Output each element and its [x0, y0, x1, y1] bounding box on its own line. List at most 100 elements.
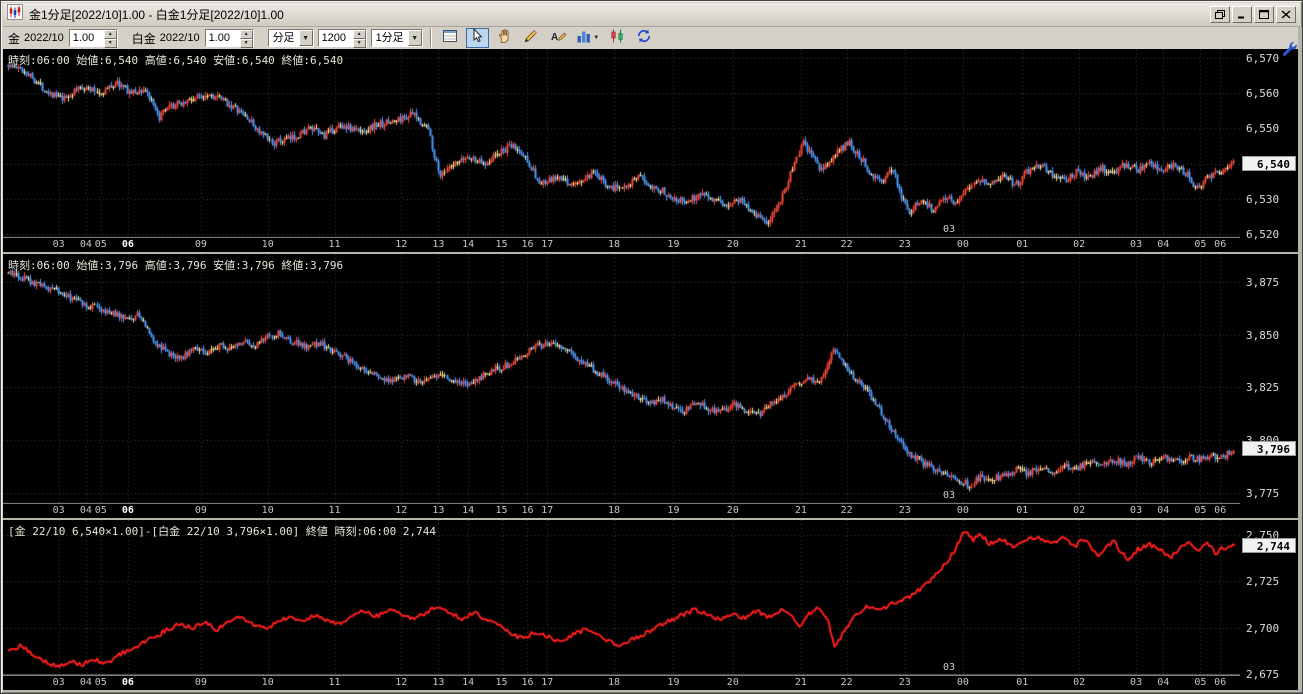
bar-count-value[interactable]: 1200 [318, 30, 353, 46]
titlebar[interactable]: 金1分足[2022/10]1.00 - 白金1分足[2022/10]1.00 [3, 3, 1300, 27]
x-tick-label: 15 [495, 505, 508, 516]
x-tick-label: 13 [432, 677, 445, 688]
chart-frame-button[interactable] [438, 28, 462, 48]
refresh-button[interactable] [632, 28, 656, 49]
x-tick-label: 16 [521, 239, 534, 250]
x-tick-label: 06 [1214, 505, 1227, 516]
x-tick-label: 22 [840, 505, 853, 516]
x-tick-label: 11 [328, 239, 341, 250]
cursor-tool-button[interactable] [465, 27, 489, 49]
text-annotation-button[interactable]: A [546, 28, 570, 48]
gold-multiplier-spinner[interactable]: 1.00 ▲ ▼ [68, 29, 118, 48]
gold-multiplier-value[interactable]: 1.00 [69, 30, 104, 46]
platinum-multiplier-spinner[interactable]: 1.00 ▲ ▼ [204, 29, 254, 48]
x-tick-label: 12 [395, 239, 408, 250]
x-tick-label: 02 [1073, 677, 1086, 688]
right-scrollbar[interactable] [1298, 27, 1302, 692]
platinum-plot-canvas[interactable] [3, 254, 1240, 504]
x-tick-label: 03 [1130, 239, 1143, 250]
x-tick-label: 05 [94, 677, 107, 688]
x-tick-label: 18 [608, 677, 621, 688]
spin-up-icon[interactable]: ▲ [239, 30, 253, 39]
minimize-button[interactable] [1232, 6, 1252, 23]
y-tick-label: 2,700 [1246, 621, 1280, 635]
x-tick-label: 00 [956, 239, 969, 250]
platinum-contract-month: 2022/10 [159, 32, 200, 44]
minimize-icon [1237, 6, 1247, 24]
x-tick-label: 04 [79, 505, 92, 516]
x-tick-label: 19 [667, 677, 680, 688]
spread-plot-canvas[interactable] [3, 520, 1240, 676]
x-tick-label: 17 [541, 505, 554, 516]
spin-down-icon[interactable]: ▼ [352, 39, 366, 48]
hand-icon [496, 28, 512, 49]
x-tick-label: 05 [94, 239, 107, 250]
x-tick-label: 05 [94, 505, 107, 516]
spin-up-icon[interactable]: ▲ [103, 30, 117, 39]
spin-up-icon[interactable]: ▲ [352, 30, 366, 39]
x-tick-label: 06 [1214, 239, 1227, 250]
x-tick-label: 06 [1214, 677, 1227, 688]
x-tick-label: 19 [667, 239, 680, 250]
x-tick-label: 00 [956, 505, 969, 516]
close-icon [1281, 6, 1291, 24]
spin-down-icon[interactable]: ▼ [239, 39, 253, 48]
close-button[interactable] [1276, 6, 1296, 23]
chart-app-icon [7, 4, 23, 25]
y-tick-label: 2,675 [1246, 668, 1280, 682]
x-tick-label: 04 [1157, 239, 1170, 250]
gold-date-marker: 03 [942, 224, 955, 235]
period-dropdown[interactable]: 1分足 ▼ [370, 29, 423, 47]
draw-tool-button[interactable] [519, 28, 543, 49]
pencil-icon [523, 28, 539, 49]
x-tick-label: 21 [794, 505, 807, 516]
refresh-icon [636, 28, 652, 49]
x-tick-label: 09 [194, 239, 207, 250]
x-tick-label: 01 [1016, 239, 1029, 250]
x-tick-label: 10 [261, 677, 274, 688]
chevron-down-icon[interactable]: ▼ [407, 30, 422, 46]
x-tick-label: 14 [462, 677, 475, 688]
x-tick-label: 18 [608, 505, 621, 516]
maximize-button[interactable] [1254, 6, 1274, 23]
x-tick-label: 06 [121, 505, 134, 516]
gold-plot-canvas[interactable] [3, 49, 1240, 238]
x-tick-label: 04 [1157, 677, 1170, 688]
x-tick-label: 11 [328, 505, 341, 516]
x-tick-label: 01 [1016, 505, 1029, 516]
platinum-x-axis: 03 04 05 06 09 10 11 12 13 14 15 16 17 18 19 20 21 22 23 00… [3, 504, 1240, 518]
float-window-button[interactable] [1210, 6, 1230, 23]
pan-tool-button[interactable] [492, 28, 516, 49]
chevron-down-icon[interactable]: ▼ [298, 30, 313, 46]
x-tick-label: 02 [1073, 239, 1086, 250]
platinum-last-price-badge: 3,796 [1242, 440, 1296, 456]
platinum-chart-panel: 3,8753,8503,8253,8003,775 03040506091011… [3, 254, 1298, 520]
float-window-icon [1215, 6, 1225, 24]
x-tick-label: 13 [432, 239, 445, 250]
maximize-icon [1259, 6, 1269, 24]
y-tick-label: 3,775 [1246, 487, 1280, 501]
y-tick-label: 6,550 [1246, 122, 1280, 136]
x-tick-label: 21 [794, 677, 807, 688]
gold-last-price-badge: 6,540 [1242, 155, 1296, 171]
spread-x-axis: 03 04 05 06 09 10 11 12 13 14 15 16 17 18 19 20 21 22 23 00… [3, 676, 1240, 690]
cursor-icon [469, 27, 485, 49]
x-tick-label: 23 [898, 505, 911, 516]
chart-style-button[interactable]: ▼ [573, 28, 602, 49]
spread-info-line: [金 22/10 6,540×1.00]-[白金 22/10 3,796×1.0… [8, 525, 436, 538]
candle-style-button[interactable] [605, 28, 629, 48]
gold-y-axis: 6,570 6,560 6,550 6,540 6,530 6,520 [1240, 49, 1298, 252]
x-tick-label: 04 [1157, 505, 1170, 516]
bar-chart-icon [576, 28, 592, 49]
platinum-multiplier-value[interactable]: 1.00 [205, 30, 240, 46]
spin-down-icon[interactable]: ▼ [103, 39, 117, 48]
spread-date-marker: 03 [942, 662, 955, 673]
x-tick-label: 16 [521, 677, 534, 688]
x-tick-label: 11 [328, 677, 341, 688]
y-tick-label: 3,825 [1246, 381, 1280, 395]
x-tick-label: 03 [1130, 677, 1143, 688]
svg-text:A: A [551, 32, 558, 43]
wrench-icon[interactable] [1282, 41, 1298, 57]
bar-type-dropdown[interactable]: 分足 ▼ [267, 29, 314, 47]
bar-count-spinner[interactable]: 1200 ▲ ▼ [317, 29, 367, 48]
